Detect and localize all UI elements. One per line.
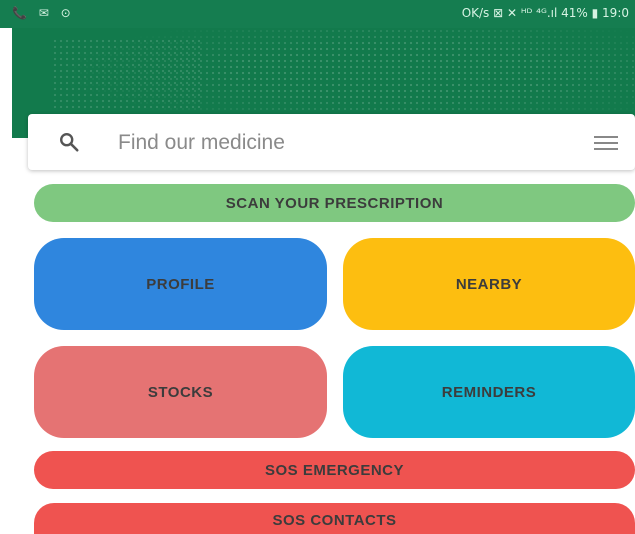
search-icon[interactable]: [58, 131, 80, 153]
profile-button[interactable]: PROFILE: [34, 238, 327, 330]
search-input[interactable]: [116, 126, 560, 160]
search-bar[interactable]: [28, 114, 635, 170]
nearby-button[interactable]: NEARBY: [343, 238, 635, 330]
stocks-button[interactable]: STOCKS: [34, 346, 327, 438]
sos-emergency-button[interactable]: SOS EMERGENCY: [34, 451, 635, 489]
sos-contacts-button[interactable]: SOS CONTACTS: [34, 503, 635, 534]
status-bar-right-info: OK/s ⊠ ✕ ᴴᴰ ⁴ᴳ.ıl 41% ▮ 19:0: [461, 6, 629, 20]
scan-prescription-button[interactable]: SCAN YOUR PRESCRIPTION: [34, 184, 635, 222]
reminders-button[interactable]: REMINDERS: [343, 346, 635, 438]
world-map-pattern-left: [52, 38, 202, 108]
status-bar-left-icons: 📞 ✉ ⊙: [12, 6, 75, 20]
status-bar: 📞 ✉ ⊙ OK/s ⊠ ✕ ᴴᴰ ⁴ᴳ.ıl 41% ▮ 19:0: [0, 0, 635, 28]
hamburger-menu-icon[interactable]: [594, 135, 618, 151]
